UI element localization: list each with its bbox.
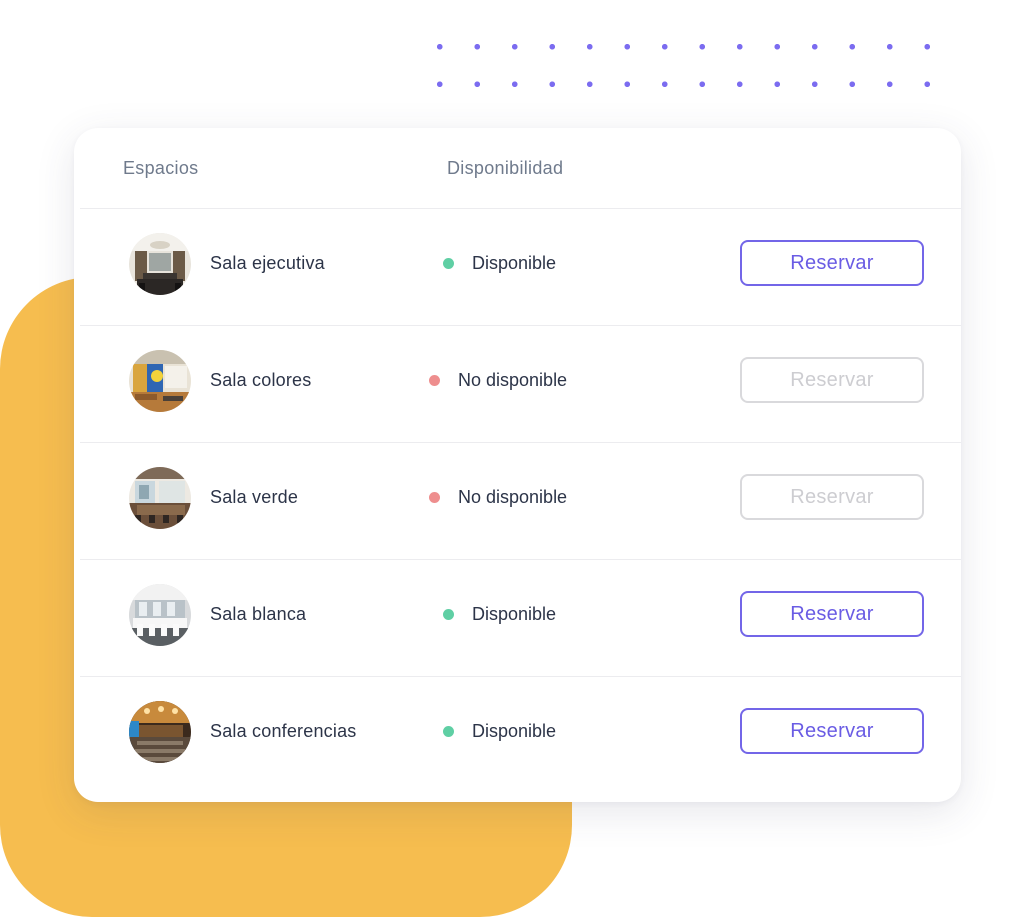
status-dot-available — [443, 609, 454, 620]
reserve-button[interactable]: Reservar — [740, 474, 924, 520]
room-photo-sala-ejecutiva — [129, 233, 191, 295]
availability-status: Disponible — [443, 253, 556, 274]
room-photo-sala-conferencias — [129, 701, 191, 763]
room-photo-sala-verde — [129, 467, 191, 529]
column-header-spaces: Espacios — [123, 158, 199, 178]
availability-status: No disponible — [429, 487, 567, 508]
status-dot-unavailable — [429, 492, 440, 503]
table-row: Sala ejecutiva Disponible Reservar — [80, 209, 961, 326]
room-photo-sala-blanca — [129, 584, 191, 646]
room-name: Sala blanca — [210, 604, 307, 624]
status-dot-available — [443, 258, 454, 269]
status-dot-available — [443, 726, 454, 737]
room-name: Sala colores — [210, 370, 312, 390]
status-label: No disponible — [458, 370, 568, 390]
room-name: Sala conferencias — [210, 721, 357, 741]
availability-status: Disponible — [443, 604, 556, 625]
table-row: Sala verde No disponible Reservar — [80, 443, 961, 560]
table-row: Sala colores No disponible Reservar — [80, 326, 961, 443]
availability-status: No disponible — [429, 370, 567, 391]
status-label: No disponible — [458, 487, 568, 507]
room-photo-sala-colores — [129, 350, 191, 412]
table-header: Espacios Disponibilidad — [80, 128, 961, 209]
room-name: Sala verde — [210, 487, 299, 507]
reserve-button[interactable]: Reservar — [740, 240, 924, 286]
table-row: Sala blanca Disponible Reservar — [80, 560, 961, 677]
status-dot-unavailable — [429, 375, 440, 386]
reserve-button[interactable]: Reservar — [740, 357, 924, 403]
availability-status: Disponible — [443, 721, 556, 742]
reserve-button[interactable]: Reservar — [740, 708, 924, 754]
rooms-availability-card: Espacios Disponibilidad Sala ejecutiva D… — [74, 128, 961, 802]
decorative-dot-grid — [421, 28, 961, 112]
table-row: Sala conferencias Disponible Reservar — [80, 677, 961, 793]
column-header-availability: Disponibilidad — [447, 158, 564, 178]
status-label: Disponible — [472, 604, 557, 624]
room-name: Sala ejecutiva — [210, 253, 325, 273]
reserve-button[interactable]: Reservar — [740, 591, 924, 637]
status-label: Disponible — [472, 721, 557, 741]
status-label: Disponible — [472, 253, 557, 273]
